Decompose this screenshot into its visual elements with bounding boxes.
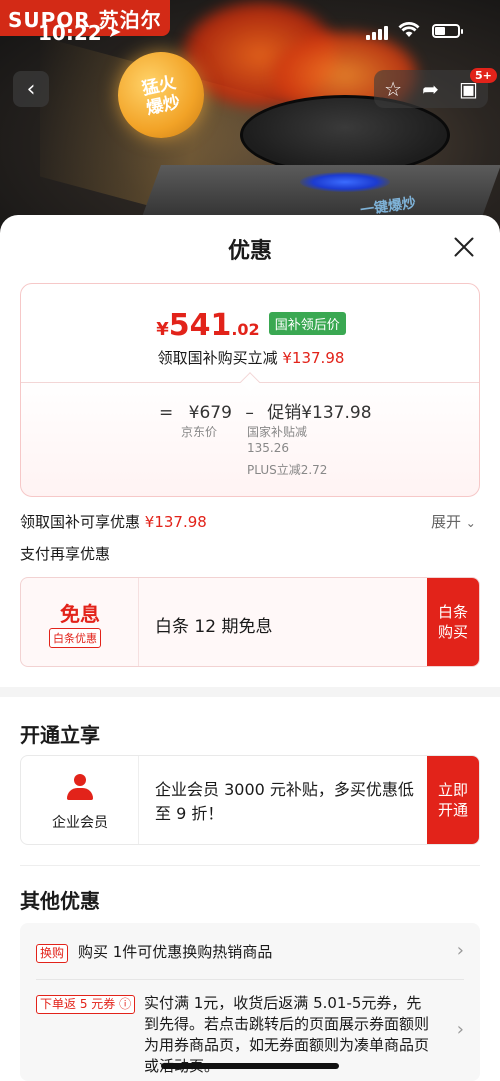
close-icon[interactable] (452, 235, 476, 259)
offer-tag: 换购 (36, 944, 69, 963)
chevron-right-icon: › (456, 1019, 464, 1040)
chevron-down-icon: ⌄ (465, 516, 476, 530)
member-left: 企业会员 (21, 756, 139, 844)
wifi-icon (398, 22, 420, 37)
back-button[interactable]: ‹ (13, 71, 49, 107)
battery-icon (432, 24, 463, 38)
status-time: 10:22 (38, 21, 102, 45)
open-section-title: 开通立享 (20, 723, 100, 747)
hero-badge-text: 猛火 爆炒 (140, 72, 182, 120)
home-indicator[interactable] (161, 1063, 339, 1069)
price-card: ¥541.02 国补领后价 领取国补购买立减 ¥137.98 = ¥679 – … (20, 283, 480, 497)
offers-sheet: 优惠 ¥541.02 国补领后价 领取国补购买立减 ¥137.98 = ¥679… (0, 215, 500, 1081)
gov-offer-row: 领取国补可享优惠 ¥137.98 (20, 511, 207, 532)
enterprise-member-card[interactable]: 企业会员 企业会员 3000 元补贴，多买优惠低至 9 折！ 立即 开通 (20, 755, 480, 845)
subline-label: 领取国补购买立减 (157, 349, 278, 367)
star-icon[interactable]: ☆ (384, 77, 402, 101)
chevron-right-icon: › (456, 940, 464, 961)
open-member-label: 立即 开通 (437, 781, 468, 819)
price-decimal: .02 (231, 320, 260, 339)
other-section-title: 其他优惠 (20, 889, 100, 913)
gov-offer-label: 领取国补可享优惠 (20, 513, 141, 531)
calc-jd-price: ¥679 (188, 403, 232, 423)
baitiao-buy-label: 白条 购买 (437, 603, 468, 641)
divider (20, 865, 480, 866)
pay-section-title: 支付再享优惠 (20, 545, 111, 563)
baitiao-offer-card[interactable]: 免息 白条优惠 白条 12 期免息 白条 购买 (20, 577, 480, 667)
share-icon[interactable]: ➦ (422, 77, 439, 101)
open-member-button[interactable]: 立即 开通 (427, 756, 479, 844)
final-price: ¥541.02 国补领后价 (21, 308, 479, 343)
row-divider (36, 979, 464, 980)
member-text: 企业会员 3000 元补贴，多买优惠低至 9 折！ (155, 780, 414, 823)
price-subline: 领取国补购买立减 ¥137.98 (21, 347, 479, 368)
expand-button[interactable]: 展开 ⌄ (431, 511, 476, 532)
price-integer: 541 (168, 308, 232, 343)
cart-count-badge: 5+ (470, 68, 497, 83)
calc-minus: – (245, 403, 254, 423)
section-gap (0, 687, 500, 697)
chevron-left-icon: ‹ (26, 76, 36, 102)
baitiao-text: 白条 12 期免息 (155, 617, 273, 637)
sheet-title: 优惠 (227, 239, 272, 264)
person-icon (67, 774, 93, 802)
subline-amount: ¥137.98 (282, 349, 345, 367)
baitiao-buy-button[interactable]: 白条 购买 (427, 578, 479, 666)
expand-label: 展开 (431, 513, 462, 531)
gov-subsidy-price-tag: 国补领后价 (268, 312, 346, 335)
other-offers-card: 换购 购买 1件可优惠换购热销商品 › 下单返 5 元券 ⓘ 实付满 1元，收货… (20, 923, 480, 1081)
gov-offer-amount: ¥137.98 (144, 513, 207, 531)
jd-price-label: 京东价 (181, 425, 218, 439)
list-item[interactable]: 换购 购买 1件可优惠换购热销商品 › (20, 923, 480, 979)
price-currency: ¥ (156, 319, 169, 340)
offer-tag: 下单返 5 元券 ⓘ (36, 995, 136, 1014)
interest-free-label: 免息 (60, 602, 100, 626)
status-bar: 10:22 ➤ (0, 18, 500, 48)
location-arrow-icon: ➤ (108, 22, 122, 41)
calc-equals: = (159, 403, 174, 423)
baitiao-left: 免息 白条优惠 (21, 578, 139, 666)
cellular-signal-icon (366, 26, 388, 40)
calc-promo: 促销¥137.98 (267, 403, 372, 423)
card-notch (240, 372, 260, 392)
gov-subsidy-note: 国家补贴减 135.26 (247, 425, 308, 455)
plus-discount-note: PLUS立减2.72 (247, 463, 328, 477)
offer-text: 购买 1件可优惠换购热销商品 (78, 943, 273, 961)
price-breakdown: = ¥679 – 促销¥137.98 (159, 398, 372, 423)
burner-flame-graphic (300, 172, 390, 192)
member-label: 企业会员 (52, 815, 108, 831)
baitiao-tag: 白条优惠 (49, 628, 101, 648)
